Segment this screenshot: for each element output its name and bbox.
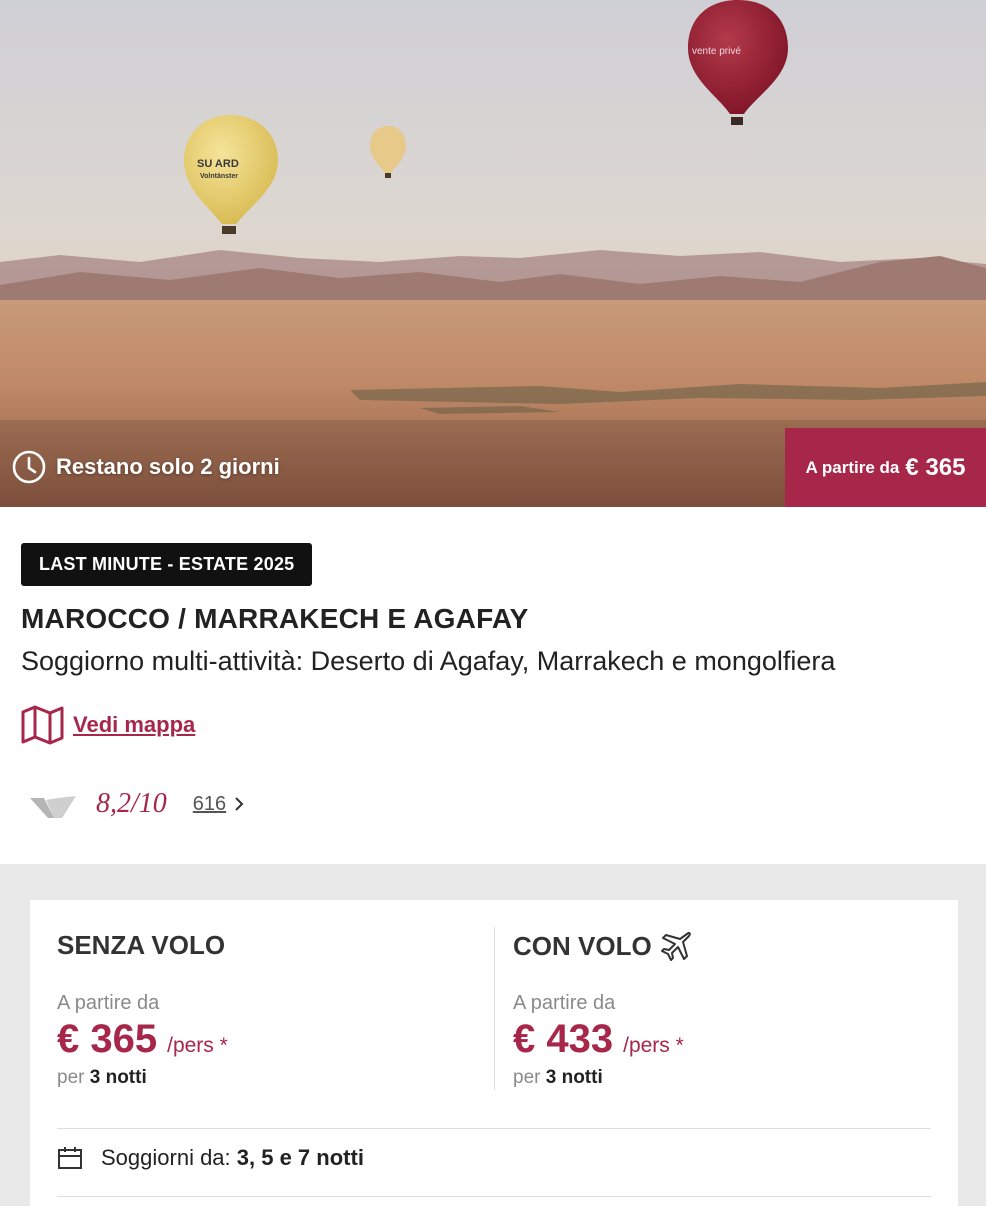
stays-text: Soggiorni da: 3, 5 e 7 notti — [101, 1145, 364, 1171]
vp-logo-icon — [30, 796, 76, 818]
countdown-banner: Restano solo 2 giorni — [12, 450, 280, 484]
stays-label: Soggiorni da: — [101, 1145, 231, 1170]
rating-row: 8,2/10 616 — [28, 784, 244, 824]
map-icon — [21, 705, 64, 745]
with-flight-nights-prefix: per — [513, 1067, 541, 1088]
with-flight-price-unit: /pers * — [623, 1034, 684, 1057]
with-flight-from-label: A partire da — [513, 992, 616, 1014]
stays-durations: Soggiorni da: 3, 5 e 7 notti — [57, 1145, 364, 1171]
clock-icon — [12, 450, 46, 484]
without-flight-nights: per 3 notti — [57, 1067, 147, 1089]
offer-subtitle: Soggiorno multi-attività: Deserto di Aga… — [21, 646, 836, 676]
with-flight-title: CON VOLO — [513, 930, 692, 962]
countdown-text: Restano solo 2 giorni — [56, 454, 280, 479]
pricing-card: SENZA VOLO A partire da € 365 /pers * pe… — [30, 900, 958, 1206]
view-map-link[interactable]: Vedi mappa — [21, 704, 195, 746]
column-divider — [494, 927, 495, 1090]
rating-score: 8,2/10 — [96, 788, 167, 819]
hero-image[interactable]: vente privé SU ARD Volntänster Restano s… — [0, 0, 986, 507]
plane-icon — [660, 931, 691, 961]
hero-price-tag: A partire da € 365 — [785, 428, 986, 507]
balloon-text-1: SU ARD — [197, 158, 239, 170]
hero-price-value: € 365 — [905, 453, 966, 481]
balloon-text-2: Volntänster — [200, 173, 238, 180]
without-flight-price-value: € 365 — [57, 1017, 158, 1061]
without-flight-title: SENZA VOLO — [57, 930, 225, 961]
without-flight-from-label: A partire da — [57, 992, 160, 1014]
without-flight-title-text: SENZA VOLO — [57, 930, 226, 960]
without-flight-price: € 365 /pers * — [57, 1017, 228, 1062]
with-flight-price-value: € 433 — [513, 1017, 614, 1061]
with-flight-price: € 433 /pers * — [513, 1017, 684, 1062]
hero-price-label: A partire da — [805, 457, 900, 477]
with-flight-title-text: CON VOLO — [513, 930, 652, 961]
review-count-link[interactable]: 616 — [193, 793, 226, 816]
without-flight-price-unit: /pers * — [167, 1034, 228, 1057]
chevron-right-icon[interactable] — [234, 796, 244, 812]
calendar-icon — [58, 1147, 82, 1169]
without-flight-nights-value: 3 notti — [89, 1067, 147, 1088]
destination-title: MAROCCO / MARRAKECH E AGAFAY — [21, 603, 529, 634]
divider — [57, 1196, 931, 1197]
with-flight-nights-value: 3 notti — [545, 1067, 603, 1088]
without-flight-nights-prefix: per — [57, 1067, 85, 1088]
balloon-logo-text: vente privé — [692, 46, 741, 57]
view-map-label[interactable]: Vedi mappa — [73, 712, 195, 738]
offer-badge: LAST MINUTE - ESTATE 2025 — [21, 543, 313, 586]
with-flight-nights: per 3 notti — [513, 1067, 603, 1089]
stays-value: 3, 5 e 7 notti — [236, 1145, 364, 1170]
divider — [57, 1128, 931, 1129]
